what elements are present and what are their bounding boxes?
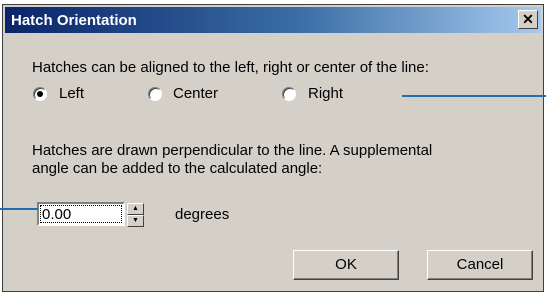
window-title: Hatch Orientation [11,12,137,29]
radio-selected-dot [37,91,43,97]
hatch-orientation-dialog: Hatch Orientation ✕ Hatches can be align… [2,4,544,292]
radio-center[interactable] [148,87,162,101]
radio-left-label[interactable]: Left [59,85,84,102]
close-icon: ✕ [522,11,534,27]
callout-line-angle [0,208,38,210]
degrees-unit-label: degrees [175,206,230,223]
cancel-button[interactable]: Cancel [427,250,533,280]
angle-description-line2: angle can be added to the calculated ang… [32,160,323,177]
spin-down-button[interactable]: ▼ [127,215,144,227]
radio-left[interactable] [33,87,47,101]
radio-right[interactable] [282,87,296,101]
callout-line-alignment [402,95,546,97]
close-button[interactable]: ✕ [518,10,538,29]
angle-input[interactable] [37,202,125,226]
radio-right-label[interactable]: Right [308,85,343,102]
spin-up-button[interactable]: ▲ [127,203,144,215]
title-bar[interactable]: Hatch Orientation ✕ [5,7,541,33]
radio-center-label[interactable]: Center [173,85,218,102]
arrow-down-icon: ▼ [132,217,139,224]
arrow-up-icon: ▲ [132,205,139,212]
angle-description-line1: Hatches are drawn perpendicular to the l… [32,142,433,159]
ok-button[interactable]: OK [293,250,399,280]
alignment-description: Hatches can be aligned to the left, righ… [32,59,429,76]
